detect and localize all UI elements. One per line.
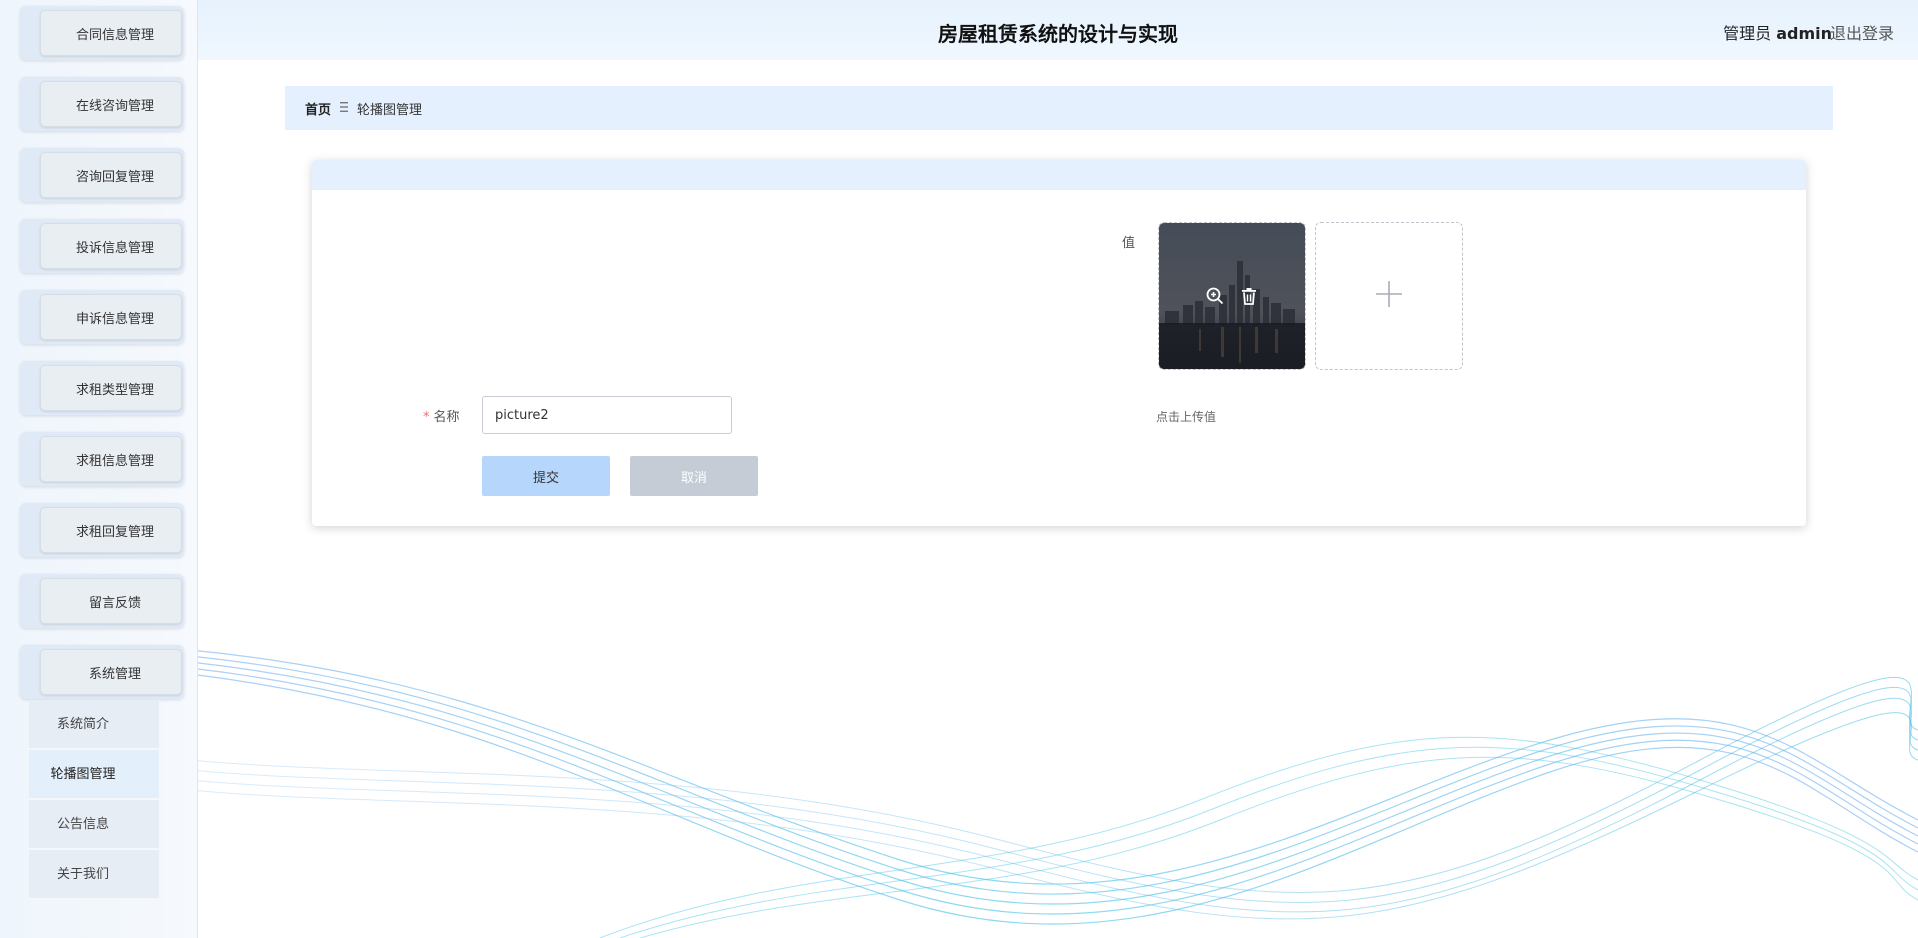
- uploaded-image-thumbnail[interactable]: [1158, 222, 1306, 370]
- sidebar-item-label: 申诉信息管理: [40, 294, 182, 340]
- user-name: admin: [1776, 24, 1832, 43]
- sidebar-item-label: 在线咨询管理: [40, 81, 182, 127]
- system-submenu: 系统简介 轮播图管理 公告信息 关于我们: [29, 700, 159, 900]
- name-input[interactable]: [482, 396, 732, 434]
- submit-button[interactable]: 提交: [482, 456, 610, 496]
- sidebar-item-consult-reply[interactable]: 咨询回复管理: [20, 148, 184, 202]
- sidebar-item-label: 合同信息管理: [40, 10, 182, 56]
- app-title: 房屋租赁系统的设计与实现: [938, 22, 1178, 46]
- sidebar-item-rent-type[interactable]: 求租类型管理: [20, 361, 184, 415]
- breadcrumb-home[interactable]: 首页: [305, 99, 331, 118]
- breadcrumb: 首页 轮播图管理: [285, 86, 1833, 130]
- sidebar-item-label: 系统管理: [40, 649, 182, 695]
- sidebar-item-feedback[interactable]: 留言反馈: [20, 574, 184, 628]
- current-user: 管理员 admin: [1723, 20, 1832, 44]
- name-label-text: 名称: [433, 410, 460, 425]
- user-role: 管理员: [1723, 24, 1772, 43]
- sidebar-item-system[interactable]: 系统管理: [20, 645, 184, 699]
- submenu-item-intro[interactable]: 系统简介: [29, 700, 159, 750]
- submenu-item-notice[interactable]: 公告信息: [29, 800, 159, 850]
- zoom-in-icon[interactable]: [1205, 286, 1225, 306]
- sidebar-item-label: 咨询回复管理: [40, 152, 182, 198]
- upload-image-button[interactable]: [1315, 222, 1463, 370]
- sidebar-item-complaint[interactable]: 投诉信息管理: [20, 219, 184, 273]
- name-label: * 名称: [423, 406, 460, 425]
- value-label: 值: [1122, 236, 1136, 251]
- top-header: 房屋租赁系统的设计与实现 管理员 admin 退出登录: [198, 0, 1918, 60]
- sidebar-item-label: 留言反馈: [40, 578, 182, 624]
- submenu-item-carousel[interactable]: 轮播图管理: [29, 750, 159, 800]
- upload-tip: 点击上传值: [1156, 410, 1217, 424]
- sidebar-item-label: 求租回复管理: [40, 507, 182, 553]
- plus-icon: [1374, 279, 1404, 313]
- sidebar-item-label: 投诉信息管理: [40, 223, 182, 269]
- sidebar-item-appeal[interactable]: 申诉信息管理: [20, 290, 184, 344]
- sidebar-item-label: 求租类型管理: [40, 365, 182, 411]
- edit-form-card: 值 点击上传值 * 名称 picture2 提交 取消: [312, 160, 1806, 526]
- logout-link[interactable]: 退出登录: [1830, 20, 1894, 44]
- sidebar-item-rent-reply[interactable]: 求租回复管理: [20, 503, 184, 557]
- trash-icon[interactable]: [1239, 286, 1259, 306]
- breadcrumb-current: 轮播图管理: [357, 102, 423, 118]
- sidebar-item-contract[interactable]: 合同信息管理: [20, 6, 184, 60]
- required-mark: *: [423, 410, 430, 425]
- sidebar-item-rent-info[interactable]: 求租信息管理: [20, 432, 184, 486]
- cancel-button[interactable]: 取消: [630, 456, 758, 496]
- sidebar-item-label: 求租信息管理: [40, 436, 182, 482]
- menu-lines-icon: [339, 101, 349, 116]
- sidebar-item-online-consult[interactable]: 在线咨询管理: [20, 77, 184, 131]
- sidebar: 合同信息管理 在线咨询管理 咨询回复管理 投诉信息管理 申诉信息管理 求租类型管…: [0, 0, 198, 938]
- submenu-item-about[interactable]: 关于我们: [29, 850, 159, 900]
- card-header: [312, 160, 1806, 190]
- thumbnail-actions: [1159, 223, 1305, 369]
